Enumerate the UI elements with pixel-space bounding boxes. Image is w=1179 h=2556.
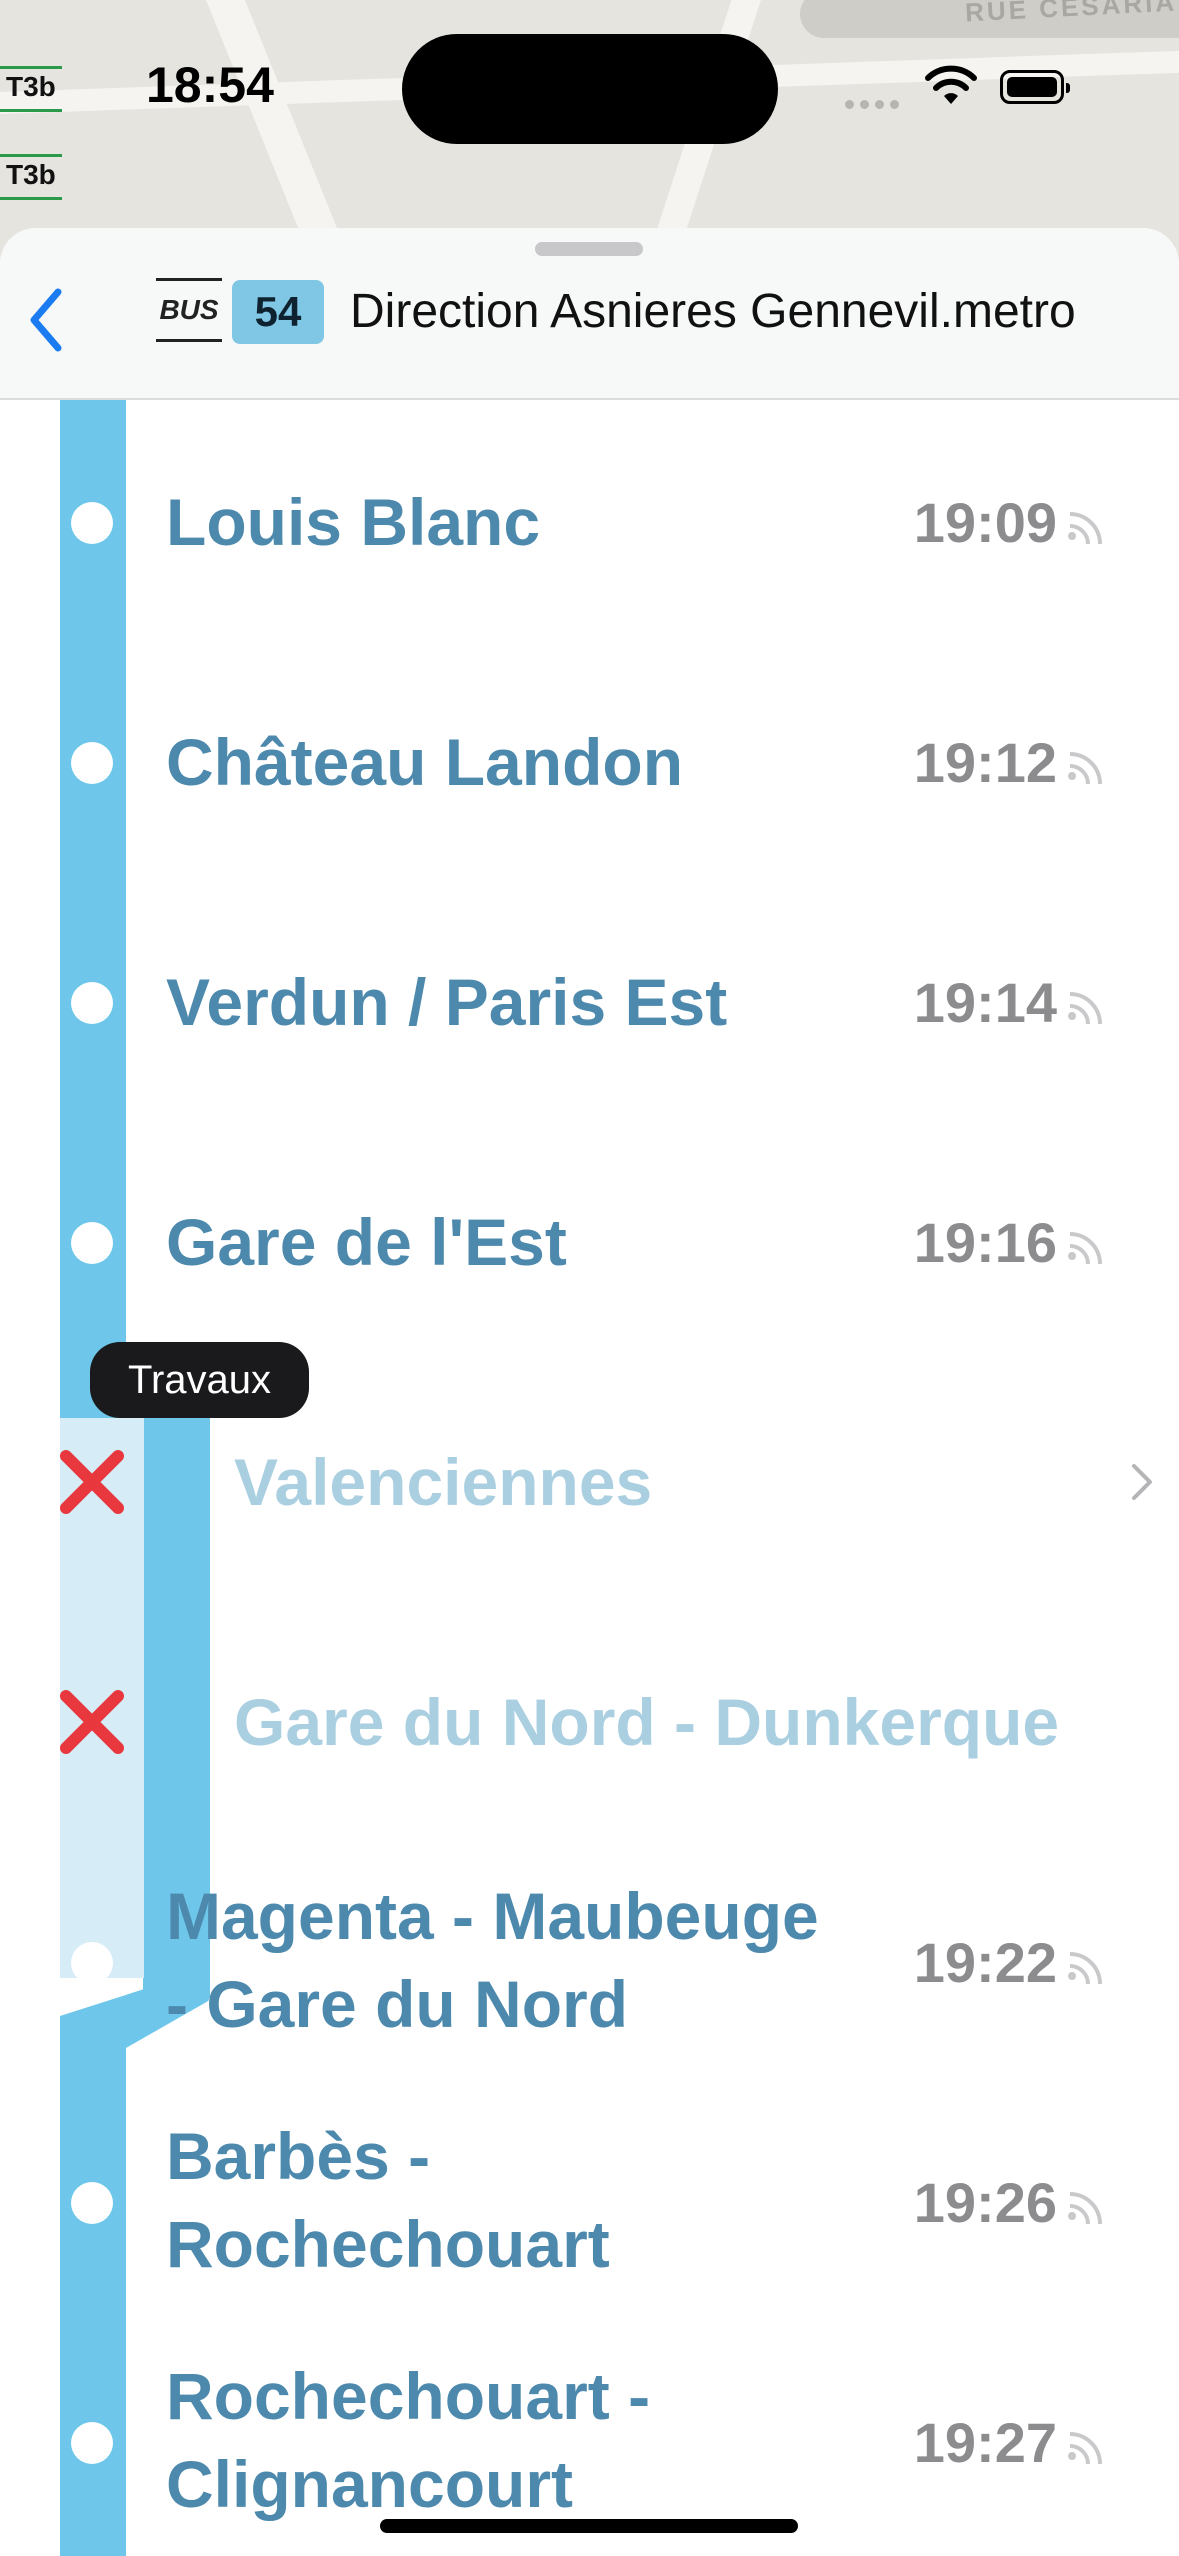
realtime-icon xyxy=(1068,992,1102,1025)
stop-time: 19:09 xyxy=(913,491,1057,554)
stop-time: 19:14 xyxy=(913,971,1057,1034)
back-chevron-icon[interactable] xyxy=(18,280,78,360)
stop-name[interactable]: Barbès - Rochechouart xyxy=(166,2112,610,2288)
stop-name-line: - Gare du Nord xyxy=(166,1967,629,2041)
sheet-grabber[interactable] xyxy=(535,242,643,256)
stop-time: 19:12 xyxy=(913,731,1057,794)
stop-time: 19:22 xyxy=(913,1931,1057,1994)
stop-name-line: Clignancourt xyxy=(166,2447,573,2521)
stop-dot xyxy=(71,2422,113,2464)
stop-name[interactable]: Verdun / Paris Est xyxy=(166,958,727,1046)
stop-dot xyxy=(71,1942,113,1984)
tram-badge: T3b xyxy=(0,154,62,200)
stop-time: 19:27 xyxy=(913,2411,1057,2474)
realtime-icon xyxy=(1068,1232,1102,1265)
stop-name-line: Rochechouart xyxy=(166,2207,610,2281)
realtime-icon xyxy=(1068,752,1102,785)
tram-badge: T3b xyxy=(0,66,62,112)
stop-name[interactable]: Château Landon xyxy=(166,718,683,806)
stop-time: 19:16 xyxy=(913,1211,1057,1274)
dynamic-island xyxy=(402,34,778,144)
works-alert-badge[interactable]: Travaux xyxy=(90,1342,310,1418)
stop-name[interactable]: Magenta - Maubeuge - Gare du Nord xyxy=(166,1872,819,2048)
realtime-icon xyxy=(1068,1952,1102,1985)
chevron-right-icon[interactable] xyxy=(1126,1458,1156,1506)
home-indicator[interactable] xyxy=(380,2519,798,2533)
stop-dot xyxy=(71,1222,113,1264)
stop-name-closed[interactable]: Gare du Nord - Dunkerque xyxy=(234,1678,1059,1766)
stop-name-line: Magenta - Maubeuge xyxy=(166,1879,819,1953)
signal-icon xyxy=(845,96,905,114)
direction-title: Direction Asnieres Gennevil.metro xyxy=(350,285,1076,338)
realtime-icon xyxy=(1068,2192,1102,2225)
bus-mode-icon: BUS xyxy=(156,278,222,342)
map-road xyxy=(201,0,355,260)
stop-dot xyxy=(71,502,113,544)
route-line xyxy=(60,400,126,1420)
closed-stop-cross-icon xyxy=(60,1450,124,1514)
stop-name[interactable]: Louis Blanc xyxy=(166,478,540,566)
battery-icon xyxy=(1000,70,1070,104)
stop-name[interactable]: Rochechouart - Clignancourt xyxy=(166,2352,650,2528)
stop-name[interactable]: Gare de l'Est xyxy=(166,1198,567,1286)
stop-dot xyxy=(71,982,113,1024)
closed-stop-cross-icon xyxy=(60,1690,124,1754)
stop-name-closed[interactable]: Valenciennes xyxy=(234,1438,652,1526)
stop-dot xyxy=(71,2182,113,2224)
stop-name-line: Rochechouart - xyxy=(166,2359,651,2433)
stop-time: 19:26 xyxy=(913,2171,1057,2234)
route-line xyxy=(60,2028,126,2556)
stop-name-line: Barbès - xyxy=(166,2119,431,2193)
status-time: 18:54 xyxy=(146,57,274,113)
realtime-icon xyxy=(1068,2432,1102,2465)
realtime-icon xyxy=(1068,512,1102,545)
wifi-icon xyxy=(925,65,977,104)
line-badge: 54 xyxy=(232,280,324,344)
stop-dot xyxy=(71,742,113,784)
